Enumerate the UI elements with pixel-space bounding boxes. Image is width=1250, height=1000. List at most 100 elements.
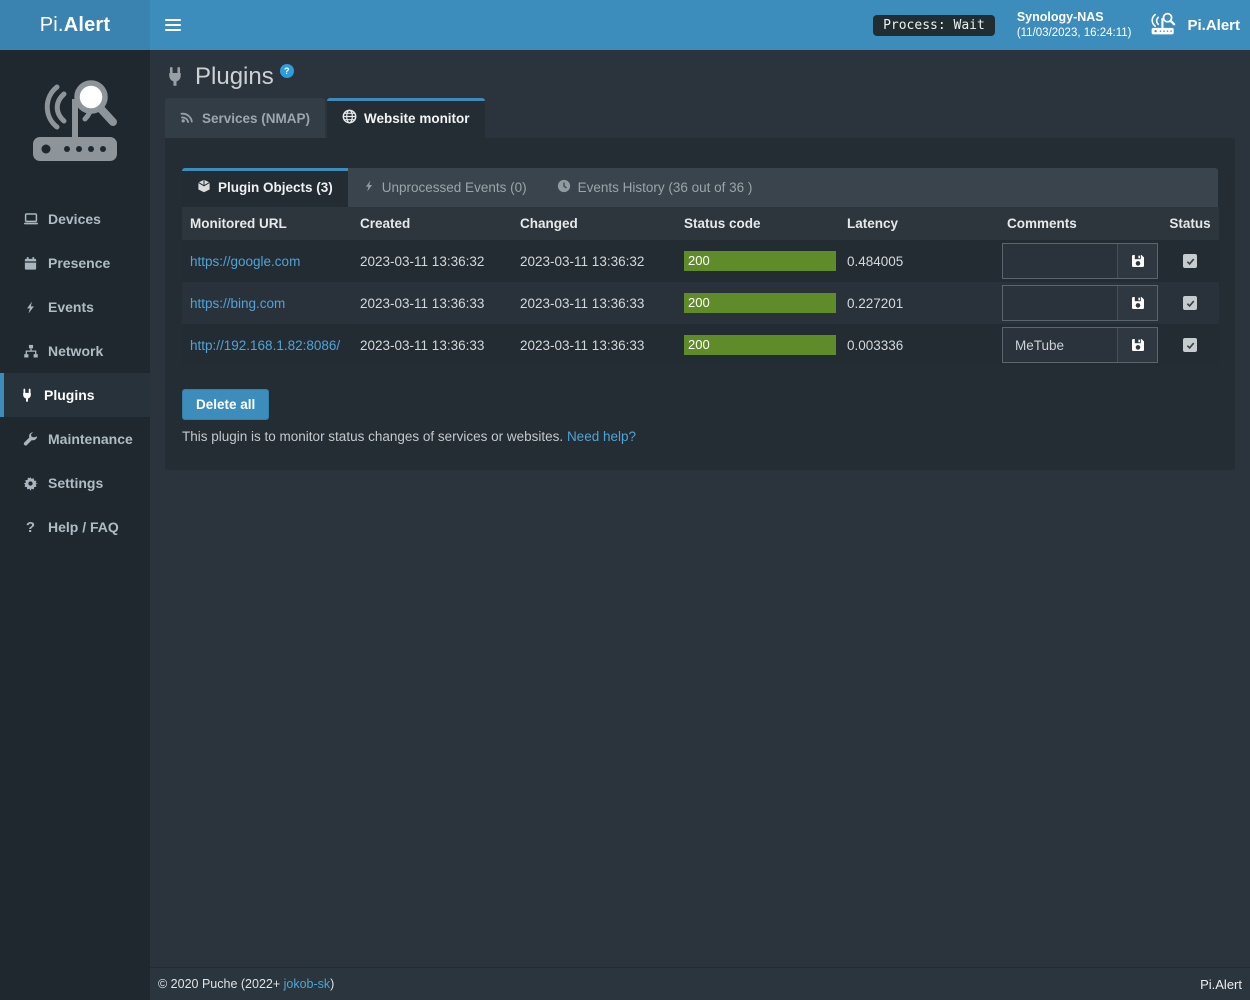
- cube-icon: [197, 179, 211, 196]
- sidebar-item-maintenance[interactable]: Maintenance: [0, 417, 150, 461]
- app-logo-text-pi: Pi.: [40, 14, 64, 37]
- tab-website-monitor[interactable]: Website monitor: [327, 98, 485, 138]
- app-logo-text-alert: Alert: [64, 14, 111, 37]
- plug-icon: [18, 388, 35, 403]
- sidebar-item-help-faq[interactable]: ? Help / FAQ: [0, 505, 150, 549]
- footer: © 2020 Puche (2022+ jokob-sk) Pi.Alert: [150, 967, 1250, 1000]
- tab-label: Website monitor: [364, 111, 470, 126]
- sidebar-item-presence[interactable]: Presence: [0, 241, 150, 285]
- jokob-sk-link[interactable]: jokob-sk: [284, 977, 331, 991]
- tab-events-history[interactable]: Events History (36 out of 36 ): [542, 168, 768, 207]
- status-checkbox[interactable]: [1183, 338, 1197, 352]
- sidebar-item-label: Help / FAQ: [48, 519, 119, 535]
- sidebar-item-label: Presence: [48, 255, 110, 271]
- sidebar-menu: Devices Presence Events Network Plugins: [0, 197, 150, 549]
- check-icon: [1186, 257, 1195, 266]
- tab-services-nmap[interactable]: Services (NMAP): [165, 98, 325, 138]
- table-row: http://192.168.1.82:8086/ 2023-03-11 13:…: [182, 324, 1219, 366]
- globe-icon: [342, 109, 357, 127]
- clock-icon: [557, 179, 571, 196]
- sidebar-item-events[interactable]: Events: [0, 285, 150, 329]
- latency-cell: 0.484005: [839, 240, 999, 282]
- sidebar-item-label: Devices: [48, 211, 101, 227]
- column-header-created: Created: [352, 207, 512, 240]
- host-name: Synology-NAS: [1017, 9, 1132, 25]
- comment-input[interactable]: [1003, 286, 1117, 320]
- need-help-link[interactable]: Need help?: [567, 429, 636, 444]
- title-help-badge[interactable]: ?: [280, 64, 294, 78]
- question-icon: ?: [22, 519, 39, 536]
- delete-all-button[interactable]: Delete all: [182, 389, 269, 420]
- sidebar-item-network[interactable]: Network: [0, 329, 150, 373]
- comment-cell: [999, 324, 1161, 366]
- monitored-url-link[interactable]: http://192.168.1.82:8086/: [190, 338, 340, 353]
- status-checkbox[interactable]: [1183, 296, 1197, 310]
- bolt-icon: [22, 300, 39, 315]
- status-checkbox[interactable]: [1183, 254, 1197, 268]
- navbar-brand-label: Pi.Alert: [1187, 17, 1240, 34]
- copyright-text: © 2020 Puche (2022+: [158, 977, 284, 991]
- footer-brand: Pi.Alert: [1200, 977, 1242, 992]
- status-code-cell: 200: [676, 324, 839, 366]
- column-header-latency: Latency: [839, 207, 999, 240]
- url-cell: https://bing.com: [182, 282, 352, 324]
- plugin-tabs: Services (NMAP) Website monitor: [165, 98, 1235, 138]
- sidebar-item-settings[interactable]: Settings: [0, 461, 150, 505]
- save-comment-button[interactable]: [1117, 244, 1157, 278]
- pialert-logo-graphic: [27, 75, 123, 169]
- sidebar-toggle-button[interactable]: [150, 0, 196, 50]
- check-icon: [1186, 299, 1195, 308]
- save-comment-button[interactable]: [1117, 286, 1157, 320]
- sidebar-item-label: Maintenance: [48, 431, 133, 447]
- tab-plugin-objects[interactable]: Plugin Objects (3): [182, 168, 348, 207]
- page-title: Plugins: [195, 62, 274, 92]
- tab-label: Unprocessed Events (0): [382, 180, 527, 195]
- floppy-save-icon: [1131, 338, 1145, 352]
- plugin-description-text: This plugin is to monitor status changes…: [182, 429, 563, 444]
- url-cell: https://google.com: [182, 240, 352, 282]
- created-cell: 2023-03-11 13:36:33: [352, 324, 512, 366]
- status-code-bar: 200: [684, 293, 836, 313]
- column-header-url: Monitored URL: [182, 207, 352, 240]
- navbar-brand[interactable]: Pi.Alert: [1149, 11, 1240, 39]
- tab-label: Services (NMAP): [202, 111, 310, 126]
- signal-icon: [180, 109, 195, 127]
- monitored-url-link[interactable]: https://google.com: [190, 254, 300, 269]
- changed-cell: 2023-03-11 13:36:33: [512, 324, 676, 366]
- process-status-badge: Process: Wait: [873, 15, 995, 36]
- status-cell: [1161, 282, 1219, 324]
- latency-cell: 0.227201: [839, 282, 999, 324]
- comment-cell: [999, 282, 1161, 324]
- url-cell: http://192.168.1.82:8086/: [182, 324, 352, 366]
- monitored-url-link[interactable]: https://bing.com: [190, 296, 285, 311]
- plug-icon: [165, 66, 185, 93]
- sidebar-item-label: Network: [48, 343, 103, 359]
- column-header-comments: Comments: [999, 207, 1161, 240]
- sidebar-item-label: Events: [48, 299, 94, 315]
- check-icon: [1186, 341, 1195, 350]
- status-code-bar: 200: [684, 251, 836, 271]
- plugin-description: This plugin is to monitor status changes…: [182, 429, 1218, 444]
- plugin-object-tabs: Plugin Objects (3) Unprocessed Events (0…: [182, 168, 1218, 207]
- save-comment-button[interactable]: [1117, 328, 1157, 362]
- column-header-status-code: Status code: [676, 207, 839, 240]
- tab-unprocessed-events[interactable]: Unprocessed Events (0): [348, 168, 542, 207]
- copyright: © 2020 Puche (2022+ jokob-sk): [158, 977, 334, 991]
- created-cell: 2023-03-11 13:36:33: [352, 282, 512, 324]
- bolt-icon: [363, 179, 375, 196]
- sidebar-item-devices[interactable]: Devices: [0, 197, 150, 241]
- comment-cell: [999, 240, 1161, 282]
- tab-label: Plugin Objects (3): [218, 180, 333, 195]
- table-row: https://bing.com 2023-03-11 13:36:33 202…: [182, 282, 1219, 324]
- latency-cell: 0.003336: [839, 324, 999, 366]
- top-navbar: Process: Wait Synology-NAS (11/03/2023, …: [150, 0, 1250, 50]
- website-monitor-panel: Plugin Objects (3) Unprocessed Events (0…: [165, 138, 1235, 470]
- floppy-save-icon: [1131, 254, 1145, 268]
- floppy-save-icon: [1131, 296, 1145, 310]
- app-logo[interactable]: Pi.Alert: [0, 0, 150, 50]
- tab-label: Events History (36 out of 36 ): [578, 180, 753, 195]
- comment-input[interactable]: [1003, 244, 1117, 278]
- column-header-changed: Changed: [512, 207, 676, 240]
- sidebar-item-plugins[interactable]: Plugins: [0, 373, 150, 417]
- comment-input[interactable]: [1003, 328, 1117, 362]
